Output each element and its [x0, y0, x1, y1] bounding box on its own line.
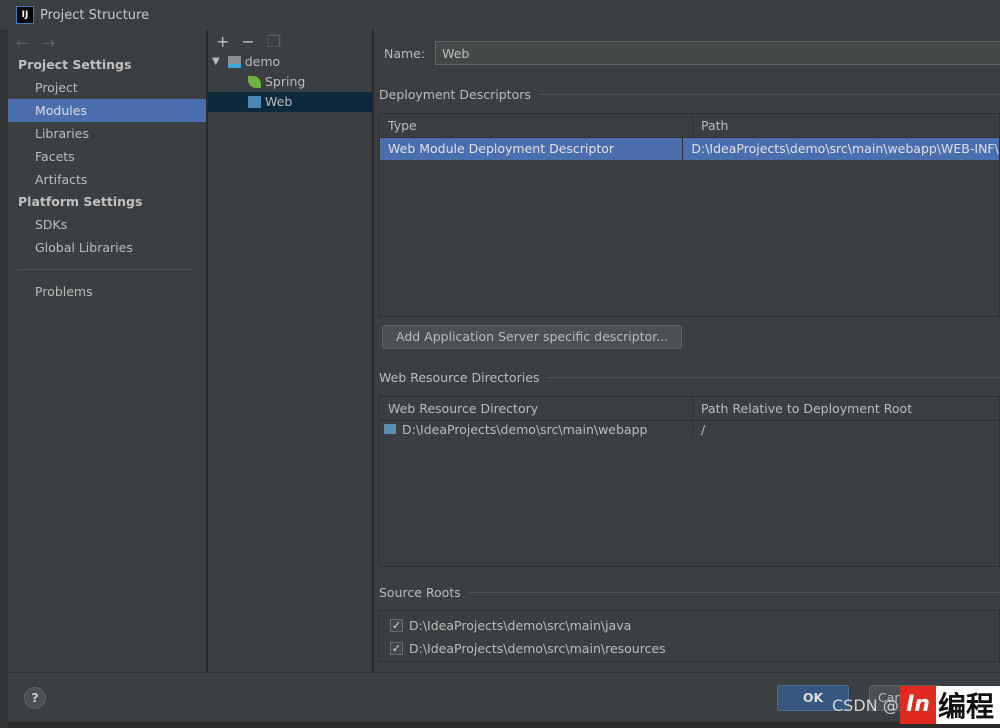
checkbox-checked-icon[interactable]: ✓ [390, 642, 403, 655]
web-folder-icon [384, 424, 396, 434]
tree-node-web[interactable]: Web [208, 92, 372, 112]
watermark-text: CSDN @ [832, 696, 899, 715]
source-root-item[interactable]: ✓ D:\IdeaProjects\demo\src\main\java [380, 614, 999, 637]
source-root-item[interactable]: ✓ D:\IdeaProjects\demo\src\main\resources [380, 637, 999, 660]
name-label: Name: [384, 45, 426, 61]
deployment-descriptors-title: Deployment Descriptors [379, 87, 531, 102]
settings-sidebar: ← → Project Settings Project Modules Libr… [8, 30, 207, 672]
name-input[interactable] [435, 41, 1000, 65]
column-header-directory[interactable]: Web Resource Directory [380, 397, 693, 420]
table-row[interactable]: D:\IdeaProjects\demo\src\main\webapp / [380, 421, 999, 439]
section-project-settings: Project Settings [18, 57, 132, 72]
expand-arrow-icon[interactable]: ▼ [212, 52, 220, 72]
sidebar-item-project[interactable]: Project [8, 76, 206, 99]
column-header-relative-path[interactable]: Path Relative to Deployment Root [693, 397, 912, 420]
sidebar-item-modules[interactable]: Modules [8, 99, 206, 122]
add-descriptor-button[interactable]: Add Application Server specific descript… [382, 325, 683, 349]
forward-arrow-icon[interactable]: → [43, 34, 56, 54]
sidebar-item-artifacts[interactable]: Artifacts [8, 168, 206, 191]
cell-type: Web Module Deployment Descriptor [380, 138, 684, 160]
sidebar-item-sdks[interactable]: SDKs [8, 213, 206, 236]
table-row[interactable]: Web Module Deployment Descriptor D:\IdeaP… [380, 138, 999, 160]
cell-relative-path: / [701, 422, 706, 437]
watermark-logo: In 编程 [900, 686, 1000, 724]
checkbox-checked-icon[interactable]: ✓ [390, 619, 403, 632]
tree-node-label: Spring [265, 74, 306, 89]
module-tree: + − ❐ ▼ demo Spring Web [208, 30, 373, 672]
deployment-descriptors-table: Type Path Web Module Deployment Descripto… [379, 113, 1000, 317]
column-header-path[interactable]: Path [693, 114, 728, 137]
remove-icon[interactable]: − [241, 32, 254, 52]
divider [18, 269, 192, 270]
tree-node-spring[interactable]: Spring [208, 72, 372, 92]
cell-directory: D:\IdeaProjects\demo\src\main\webapp [402, 422, 648, 437]
help-button[interactable]: ? [24, 687, 46, 709]
tree-node-label: demo [244, 54, 281, 69]
title-bar: IJ Project Structure [0, 0, 1000, 30]
cell-path: D:\IdeaProjects\demo\src\main\webapp\WEB… [691, 141, 999, 156]
add-icon[interactable]: + [216, 32, 229, 52]
sidebar-item-libraries[interactable]: Libraries [8, 122, 206, 145]
column-header-type[interactable]: Type [380, 114, 693, 137]
copy-icon[interactable]: ❐ [267, 32, 281, 52]
tree-node-demo[interactable]: ▼ demo [208, 52, 372, 72]
web-resource-directories-title: Web Resource Directories [379, 370, 540, 385]
web-facet-icon [248, 96, 261, 108]
sidebar-item-problems[interactable]: Problems [8, 280, 206, 303]
section-platform-settings: Platform Settings [18, 194, 143, 209]
module-folder-icon [227, 56, 241, 68]
spring-leaf-icon [248, 76, 261, 88]
source-roots-list: ✓ D:\IdeaProjects\demo\src\main\java ✓ D:\… [379, 610, 1000, 662]
intellij-logo: IJ [16, 6, 34, 24]
source-root-path: D:\IdeaProjects\demo\src\main\java [409, 618, 632, 633]
sidebar-item-facets[interactable]: Facets [8, 145, 206, 168]
tree-node-label: Web [265, 94, 293, 109]
web-resource-directories-table: Web Resource Directory Path Relative to D… [379, 396, 1000, 567]
back-arrow-icon[interactable]: ← [16, 34, 29, 54]
window-title: Project Structure [40, 7, 150, 23]
sidebar-item-global-libraries[interactable]: Global Libraries [8, 236, 206, 259]
facet-detail-panel: Name: Deployment Descriptors TypePath We… [374, 30, 1000, 672]
source-root-path: D:\IdeaProjects\demo\src\main\resources [409, 641, 666, 656]
background-window-edge [0, 30, 8, 728]
source-roots-title: Source Roots [379, 585, 461, 600]
